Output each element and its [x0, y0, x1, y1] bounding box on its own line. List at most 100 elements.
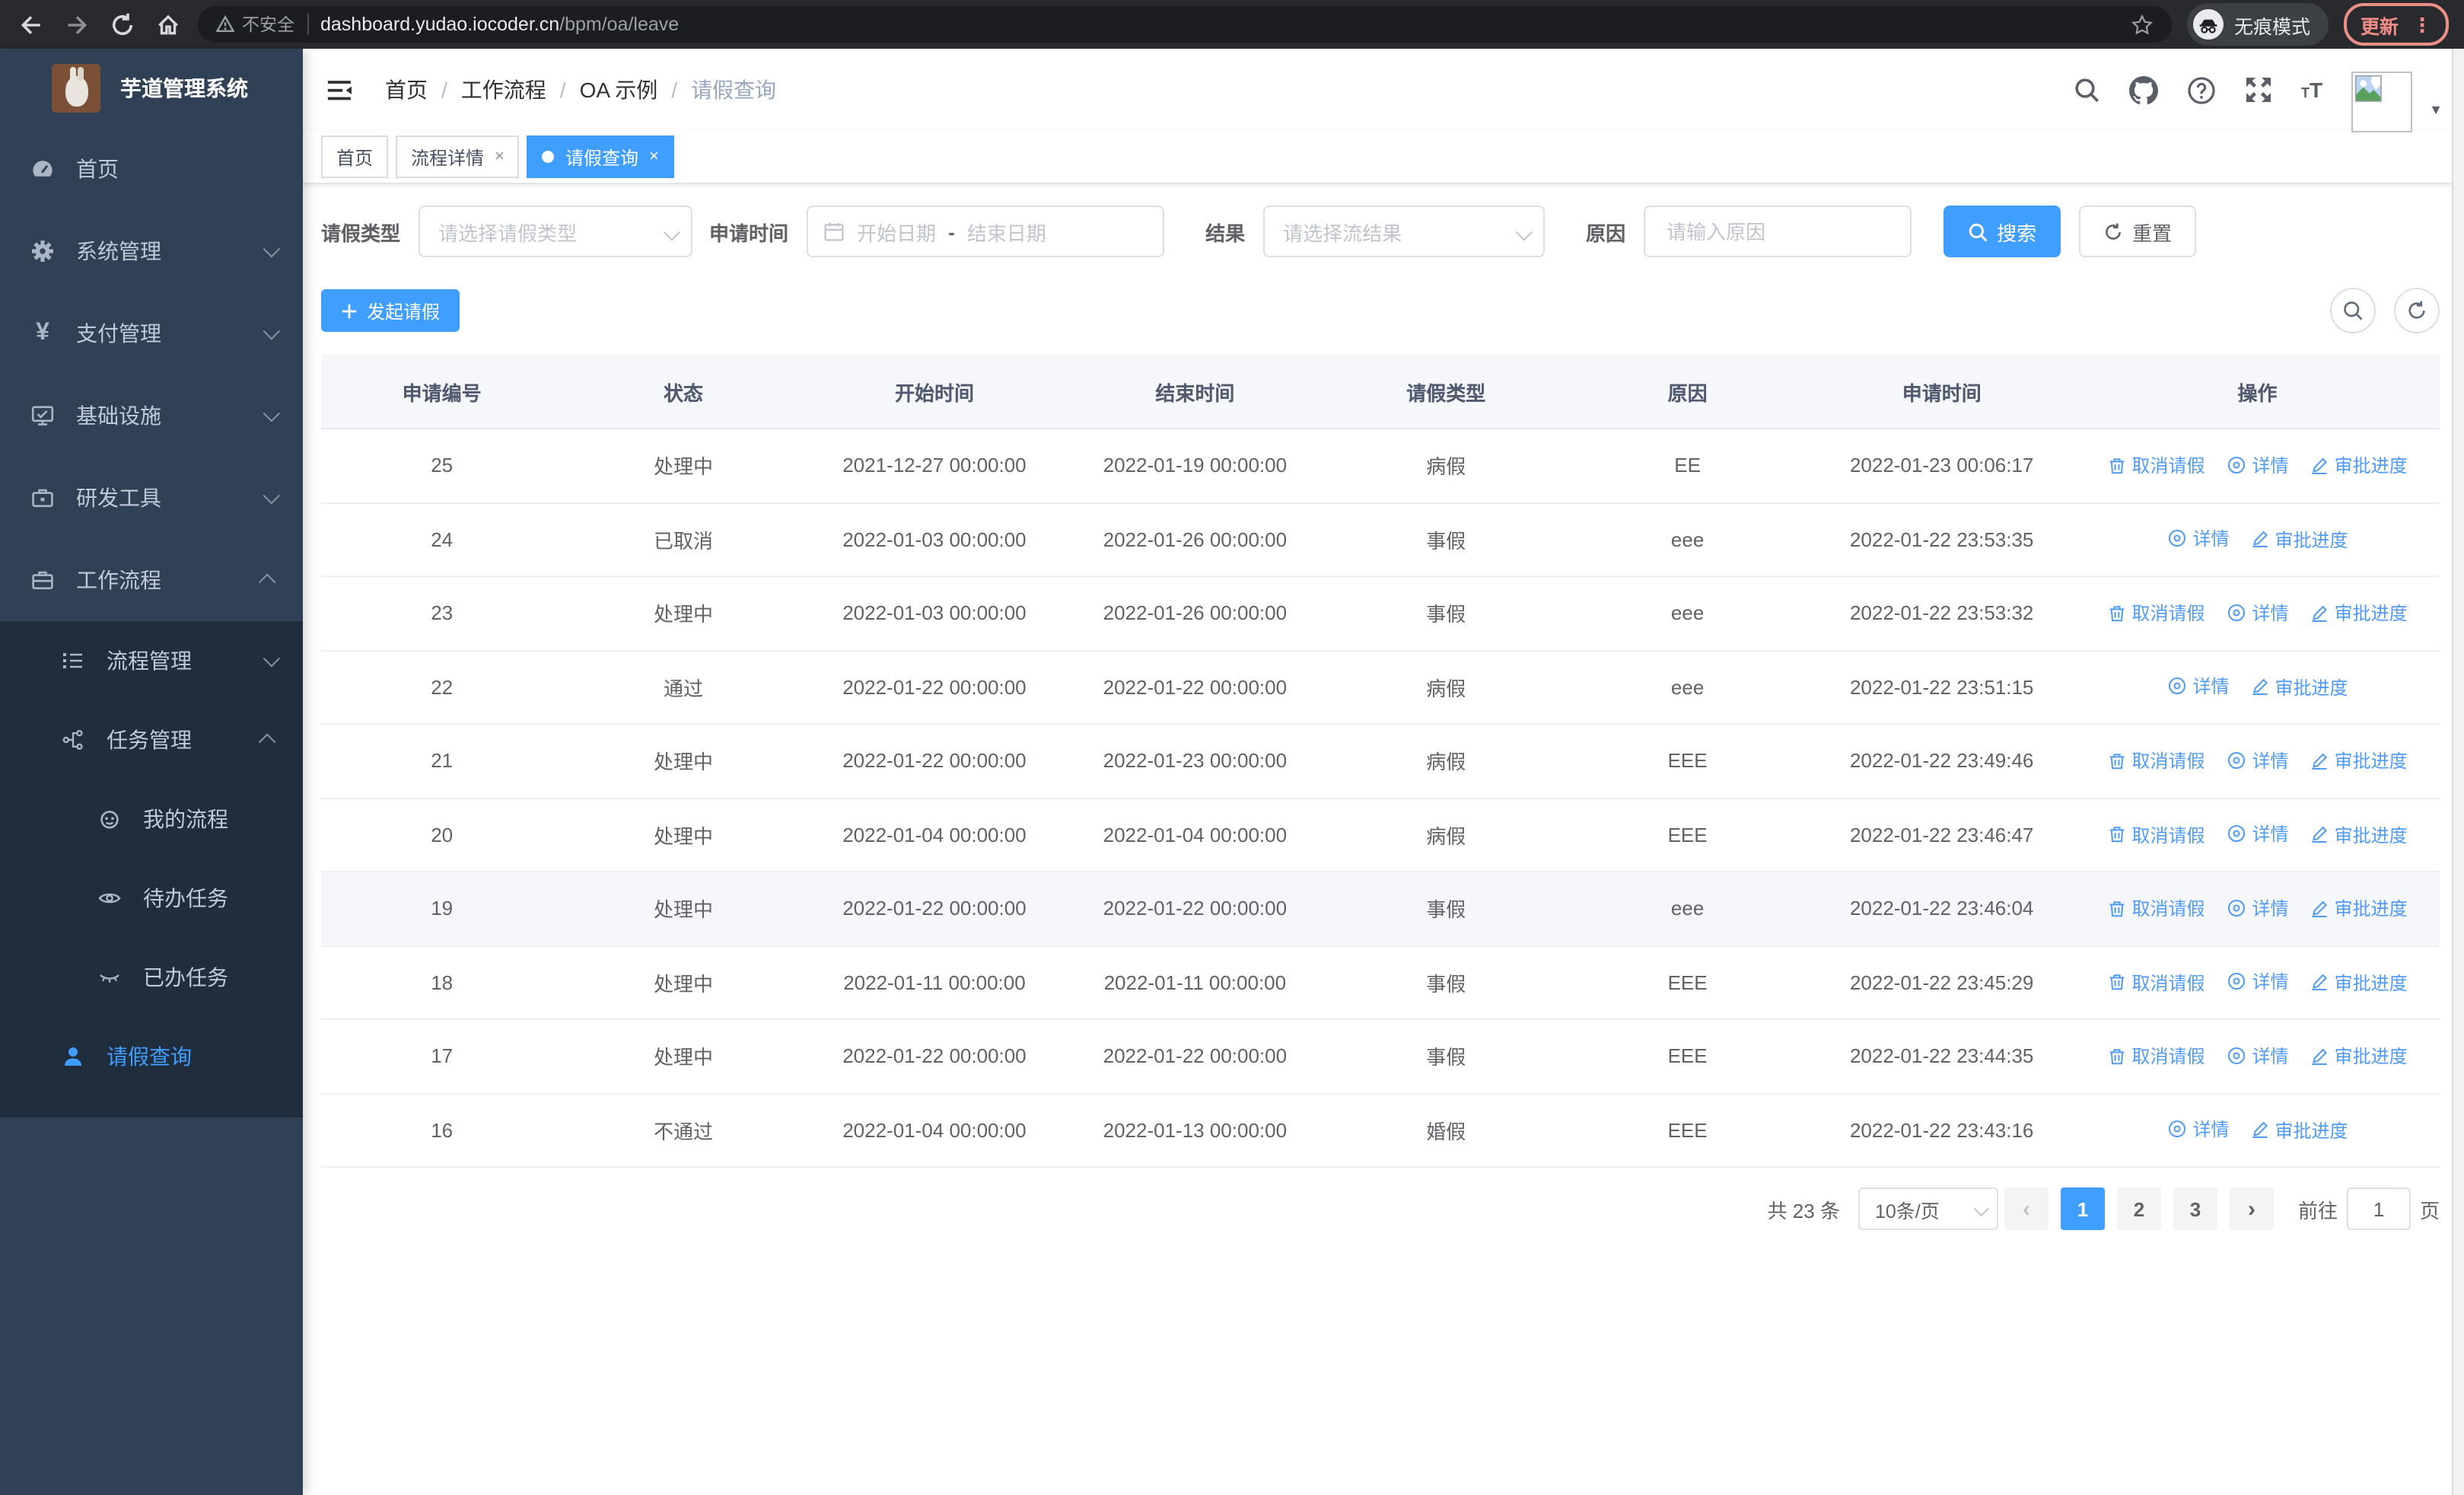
- start-date-placeholder: 开始日期: [857, 222, 937, 244]
- cancel-link[interactable]: 取消请假: [2108, 822, 2205, 848]
- page-unit-label: 页: [2419, 1199, 2440, 1222]
- eye-icon: [2227, 604, 2245, 621]
- search-icon[interactable]: [2073, 76, 2100, 104]
- tab-leave-query[interactable]: 请假查询 ×: [527, 135, 674, 178]
- cell-reason: EEE: [1566, 798, 1809, 872]
- progress-link[interactable]: 审批进度: [2310, 453, 2408, 479]
- progress-link[interactable]: 审批进度: [2310, 822, 2408, 848]
- progress-link[interactable]: 审批进度: [2310, 1044, 2408, 1069]
- prev-page-button[interactable]: ‹: [2004, 1187, 2049, 1230]
- cell-apply-id: 21: [321, 724, 563, 799]
- detail-link[interactable]: 详情: [2167, 674, 2230, 700]
- edit-icon: [2311, 1048, 2327, 1065]
- cell-apply-id: 17: [321, 1019, 563, 1094]
- browser-reload-icon[interactable]: [107, 9, 137, 40]
- sidebar-toggle-icon[interactable]: [321, 78, 361, 101]
- screen: 不安全 dashboard.yudao.iocoder.cn/bpm/oa/le…: [0, 0, 2464, 1495]
- detail-link[interactable]: 详情: [2227, 895, 2289, 921]
- cancel-link[interactable]: 取消请假: [2108, 748, 2205, 774]
- cancel-link[interactable]: 取消请假: [2108, 453, 2205, 479]
- bookmark-star-icon[interactable]: [2131, 13, 2154, 36]
- page-button-2[interactable]: 2: [2116, 1187, 2161, 1230]
- cancel-link[interactable]: 取消请假: [2108, 970, 2205, 996]
- sidebar-item-process-mgmt[interactable]: 流程管理: [0, 621, 303, 700]
- leave-type-select[interactable]: 请选择请假类型: [419, 206, 693, 257]
- search-button[interactable]: 搜索: [1944, 206, 2061, 257]
- sidebar-item-devtools[interactable]: 研发工具: [0, 457, 303, 539]
- eye-closed-icon: [97, 965, 122, 990]
- browser-forward-icon[interactable]: [61, 9, 91, 40]
- sidebar-item-home[interactable]: 首页: [0, 128, 303, 210]
- breadcrumb-item[interactable]: 首页: [385, 75, 428, 105]
- kebab-menu-icon[interactable]: ⋮: [2412, 14, 2432, 34]
- address-bar[interactable]: 不安全 dashboard.yudao.iocoder.cn/bpm/oa/le…: [198, 6, 2172, 43]
- create-leave-button[interactable]: 发起请假: [321, 289, 460, 332]
- browser-back-icon[interactable]: [15, 9, 46, 40]
- page-size-select[interactable]: 10条/页: [1858, 1187, 1998, 1230]
- progress-link[interactable]: 审批进度: [2310, 970, 2408, 996]
- detail-link[interactable]: 详情: [2167, 1117, 2230, 1143]
- sidebar-item-infra[interactable]: 基础设施: [0, 375, 303, 457]
- progress-link[interactable]: 审批进度: [2251, 674, 2348, 700]
- breadcrumb-item[interactable]: OA 示例: [580, 75, 658, 105]
- eye-icon: [2227, 1047, 2245, 1064]
- sidebar-item-workflow[interactable]: 工作流程: [0, 539, 303, 621]
- browser-home-icon[interactable]: [152, 9, 183, 40]
- result-select[interactable]: 请选择流结果: [1263, 206, 1546, 257]
- tab-process-detail[interactable]: 流程详情 ×: [396, 135, 520, 178]
- vertical-scrollbar[interactable]: [2452, 49, 2464, 1495]
- goto-page-input[interactable]: [2346, 1187, 2411, 1230]
- sidebar-item-todo-tasks[interactable]: 待办任务: [0, 859, 303, 938]
- progress-link[interactable]: 审批进度: [2310, 601, 2408, 626]
- close-icon[interactable]: ×: [495, 148, 505, 165]
- cancel-link[interactable]: 取消请假: [2108, 896, 2205, 922]
- progress-link[interactable]: 审批进度: [2251, 1117, 2348, 1143]
- page-button-3[interactable]: 3: [2173, 1187, 2217, 1230]
- github-icon[interactable]: [2129, 75, 2159, 104]
- close-icon[interactable]: ×: [649, 148, 659, 165]
- security-chip[interactable]: 不安全: [216, 12, 294, 37]
- detail-link[interactable]: 详情: [2227, 452, 2289, 478]
- detail-link[interactable]: 详情: [2227, 821, 2289, 847]
- toggle-search-icon[interactable]: [2330, 288, 2376, 333]
- sidebar-item-payment[interactable]: ¥ 支付管理: [0, 292, 303, 375]
- progress-link[interactable]: 审批进度: [2310, 748, 2408, 774]
- table-row: 17 处理中 2022-01-22 00:00:00 2022-01-22 00:00…: [321, 1019, 2440, 1094]
- help-icon[interactable]: [2187, 75, 2216, 104]
- reset-button[interactable]: 重置: [2079, 206, 2197, 257]
- apply-time-range-picker[interactable]: 开始日期 - 结束日期: [807, 206, 1165, 257]
- reason-input[interactable]: [1663, 218, 1893, 244]
- trash-icon: [2109, 974, 2124, 990]
- avatar[interactable]: [2351, 72, 2413, 132]
- logo-row[interactable]: 芋道管理系统: [0, 49, 303, 128]
- sidebar-item-done-tasks[interactable]: 已办任务: [0, 938, 303, 1017]
- progress-link[interactable]: 审批进度: [2251, 527, 2348, 553]
- next-page-button[interactable]: ›: [2229, 1187, 2274, 1230]
- detail-link[interactable]: 详情: [2227, 600, 2289, 626]
- progress-link[interactable]: 审批进度: [2310, 896, 2408, 922]
- detail-link[interactable]: 详情: [2227, 969, 2289, 995]
- detail-link[interactable]: 详情: [2227, 1043, 2289, 1069]
- font-size-icon[interactable]: TT: [2301, 79, 2322, 100]
- detail-link[interactable]: 详情: [2227, 748, 2289, 773]
- url-host: dashboard.yudao.iocoder.cn: [320, 14, 560, 35]
- sidebar-item-task-mgmt[interactable]: 任务管理: [0, 700, 303, 779]
- pagination: 共 23 条 10条/页 ‹ 1 2 3 › 前往 页: [321, 1187, 2440, 1230]
- sidebar-item-leave-query[interactable]: 请假查询: [0, 1017, 303, 1096]
- cancel-link[interactable]: 取消请假: [2108, 1044, 2205, 1069]
- page-button-1[interactable]: 1: [2060, 1187, 2105, 1230]
- sidebar-item-system[interactable]: 系统管理: [0, 210, 303, 292]
- sidebar-item-my-process[interactable]: 我的流程: [0, 779, 303, 859]
- tab-home[interactable]: 首页: [321, 135, 389, 178]
- cell-actions: 取消请假 详情 审批进度: [2075, 798, 2440, 872]
- caret-down-icon[interactable]: ▼: [2429, 102, 2443, 117]
- cancel-link[interactable]: 取消请假: [2108, 601, 2205, 626]
- browser-update-menu[interactable]: 更新 ⋮: [2343, 3, 2449, 46]
- cell-status: 处理中: [562, 945, 804, 1020]
- cell-leave-type: 病假: [1325, 429, 1567, 503]
- cell-apply-id: 24: [321, 502, 563, 577]
- detail-link[interactable]: 详情: [2167, 526, 2230, 552]
- breadcrumb-item[interactable]: 工作流程: [461, 75, 546, 105]
- fullscreen-icon[interactable]: [2245, 76, 2272, 104]
- refresh-table-icon[interactable]: [2394, 288, 2440, 333]
